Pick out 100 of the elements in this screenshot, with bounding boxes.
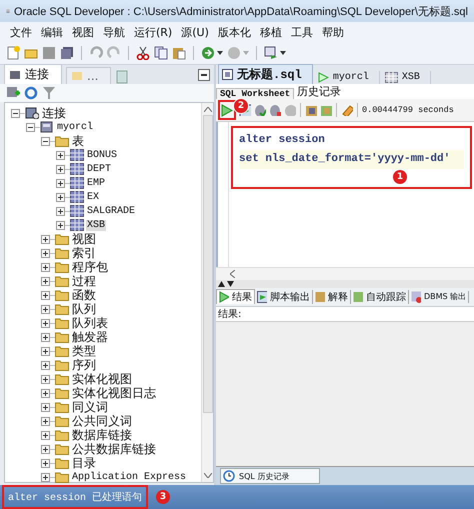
tree-item[interactable]: SALGRADE (86, 206, 136, 216)
expander-icon[interactable] (26, 122, 35, 132)
menu-item[interactable]: 工具 (290, 24, 313, 40)
vertical-scrollbar[interactable] (201, 103, 213, 482)
tree-item[interactable]: 实体化视图日志 (71, 384, 157, 402)
autotrace-icon[interactable] (305, 104, 317, 116)
expander-icon[interactable] (41, 444, 50, 454)
menu-item[interactable]: 导航 (103, 24, 125, 40)
dbms-icon (411, 290, 421, 302)
tree-item[interactable]: 类型 (71, 342, 97, 360)
expander-icon[interactable] (41, 136, 50, 146)
refresh-icon[interactable] (24, 86, 38, 100)
expander-icon[interactable] (41, 472, 50, 482)
tree-item[interactable]: EMP (86, 178, 106, 188)
add-connection-icon[interactable] (6, 86, 20, 100)
dropdown-caret-icon[interactable] (217, 51, 223, 55)
menu-item[interactable]: 编辑 (41, 24, 63, 40)
expander-icon[interactable] (41, 402, 50, 412)
eraser-icon[interactable] (341, 104, 353, 116)
expander-icon[interactable] (56, 164, 65, 174)
results-label: 结果: (216, 306, 474, 322)
tree-item[interactable]: myorcl (56, 122, 94, 132)
cut-icon[interactable] (136, 46, 150, 60)
expander-icon[interactable] (56, 192, 65, 202)
history-tab[interactable]: SQL 历史记录 (220, 468, 320, 484)
paste-icon[interactable] (172, 46, 186, 60)
tree-item[interactable]: EX (86, 192, 100, 202)
expander-icon[interactable] (41, 304, 50, 314)
dropdown-caret-icon[interactable] (280, 51, 286, 55)
tree-item[interactable]: DEPT (86, 164, 112, 174)
menu-item[interactable]: 视图 (72, 24, 94, 40)
copy-icon[interactable] (154, 46, 168, 60)
tree-item[interactable]: 公共数据库链接 (71, 440, 157, 458)
tree-item[interactable]: 实体化视图 (71, 370, 133, 388)
expander-icon[interactable] (41, 276, 50, 286)
expander-icon[interactable] (41, 248, 50, 258)
new-file-icon[interactable] (6, 46, 20, 60)
sql-icon[interactable] (264, 46, 278, 60)
editor-tab[interactable]: 无标题.sql (218, 64, 313, 84)
expander-icon[interactable] (41, 430, 50, 440)
output-tab[interactable]: 自动跟踪 (351, 290, 409, 304)
expander-icon[interactable] (41, 374, 50, 384)
tree-item[interactable]: Application Express (71, 472, 188, 482)
expander-icon[interactable] (41, 458, 50, 468)
expander-icon[interactable] (11, 108, 20, 118)
tree-item[interactable]: 队列表 (71, 314, 109, 332)
expander-icon[interactable] (41, 360, 50, 370)
expander-icon[interactable] (41, 346, 50, 356)
tree-item[interactable]: 公共同义词 (71, 412, 133, 430)
expander-icon[interactable] (41, 290, 50, 300)
forward-icon[interactable] (201, 46, 215, 60)
output-tab[interactable]: 结果 (216, 289, 255, 304)
tree-item[interactable]: BONUS (86, 150, 118, 160)
splitter-arrows-icon[interactable] (218, 280, 234, 286)
rollback-icon[interactable] (269, 104, 281, 116)
scroll-left-icon[interactable] (230, 270, 235, 278)
tree-item[interactable]: 队列 (71, 300, 97, 318)
tree-item[interactable]: 索引 (71, 244, 97, 262)
menu-item[interactable]: 源(U) (181, 24, 209, 40)
output-tab[interactable]: DBMS 输出 (409, 290, 470, 302)
tree-item[interactable]: 同义词 (71, 398, 109, 416)
output-tab[interactable]: 解释 (313, 290, 351, 304)
menu-item[interactable]: 帮助 (322, 24, 344, 40)
menu-item[interactable]: 文件 (10, 24, 32, 40)
filter-icon[interactable] (42, 86, 56, 100)
expander-icon[interactable] (41, 262, 50, 272)
tree-item[interactable]: 视图 (71, 230, 97, 248)
tree-item[interactable]: 表 (71, 132, 85, 150)
menu-item[interactable]: 运行(R) (134, 24, 172, 40)
tree-item[interactable]: 数据库链接 (71, 426, 133, 444)
tree-item[interactable]: 触发器 (71, 328, 109, 346)
scroll-up-icon[interactable] (204, 107, 212, 112)
expander-icon[interactable] (41, 416, 50, 426)
expander-icon[interactable] (41, 318, 50, 328)
panel-tab[interactable]: 连接 (4, 64, 62, 84)
tree-item[interactable]: 序列 (71, 356, 97, 374)
tree-item[interactable]: 过程 (71, 272, 97, 290)
tree-item[interactable]: 连接 (41, 104, 67, 122)
worksheet-tab[interactable]: SQL Worksheet (216, 88, 294, 99)
minimize-button[interactable] (198, 69, 210, 81)
tree-item[interactable]: 目录 (71, 454, 97, 472)
table-icon (70, 149, 84, 161)
tree-item[interactable]: 函数 (71, 286, 97, 304)
expander-icon[interactable] (41, 234, 50, 244)
run-button[interactable] (218, 100, 236, 120)
output-tab[interactable]: 脚本输出 (255, 290, 313, 304)
menu-item[interactable]: 版本化 (218, 24, 251, 40)
tree-item[interactable]: 程序包 (71, 258, 109, 276)
expander-icon[interactable] (56, 150, 65, 160)
tree-item[interactable]: XSB (86, 220, 106, 230)
expander-icon[interactable] (56, 206, 65, 216)
worksheet-tab[interactable]: 历史记录 (294, 84, 344, 99)
expander-icon[interactable] (41, 388, 50, 398)
menu-item[interactable]: 移植 (260, 24, 282, 40)
expander-icon[interactable] (41, 332, 50, 342)
expander-icon[interactable] (56, 178, 65, 188)
expander-icon[interactable] (56, 220, 65, 230)
scroll-down-icon[interactable] (204, 473, 212, 478)
panel-tab[interactable]: ... (66, 67, 112, 84)
save-all-icon[interactable] (60, 46, 74, 60)
